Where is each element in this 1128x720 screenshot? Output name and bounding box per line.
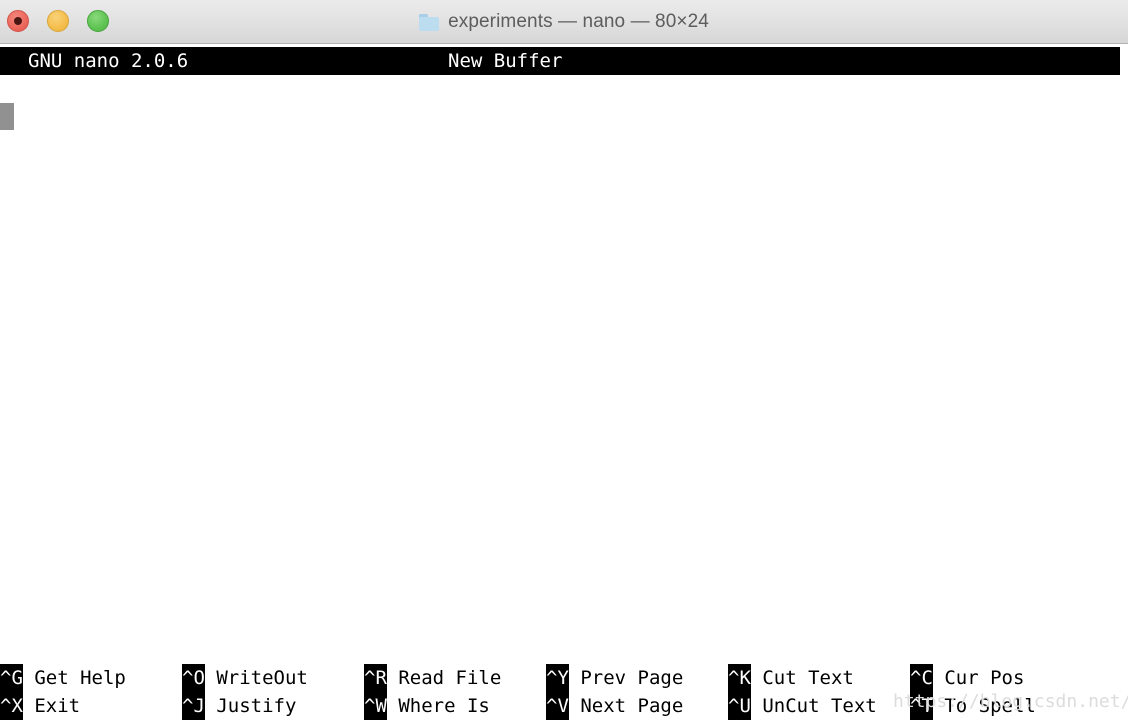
help-label: To Spell [932,695,1036,717]
terminal-window: experiments — nano — 80×24 GNU nano 2.0.… [0,0,1128,720]
help-item-justify[interactable]: ^J Justify [182,692,296,720]
help-key-ctrl-w: ^W [364,692,387,720]
help-label: Next Page [568,695,684,717]
terminal-screen[interactable]: GNU nano 2.0.6 New Buffer ^G Get Help ^O … [0,45,1128,720]
nano-title-bar: GNU nano 2.0.6 New Buffer [0,47,1120,75]
help-key-ctrl-t: ^T [910,692,933,720]
help-item-next-page[interactable]: ^V Next Page [546,692,683,720]
help-label: Read File [386,667,502,689]
help-label: WriteOut [204,667,308,689]
help-key-ctrl-y: ^Y [546,664,569,692]
help-key-ctrl-c: ^C [910,664,933,692]
help-label: Where Is [386,695,490,717]
help-item-where-is[interactable]: ^W Where Is [364,692,490,720]
help-item-prev-page[interactable]: ^Y Prev Page [546,664,683,692]
help-key-ctrl-o: ^O [182,664,205,692]
help-key-ctrl-r: ^R [364,664,387,692]
help-label: Exit [22,695,81,717]
help-label: Justify [204,695,297,717]
help-item-writeout[interactable]: ^O WriteOut [182,664,308,692]
help-label: Get Help [22,667,126,689]
help-item-exit[interactable]: ^X Exit [0,692,80,720]
traffic-light-buttons [7,10,109,32]
help-label: UnCut Text [750,695,877,717]
minimize-button[interactable] [47,10,69,32]
help-item-uncut-text[interactable]: ^U UnCut Text [728,692,877,720]
help-key-ctrl-j: ^J [182,692,205,720]
help-key-ctrl-x: ^X [0,692,23,720]
nano-buffer-name: New Buffer [448,50,563,72]
text-cursor [0,103,14,130]
window-title: experiments — nano — 80×24 [448,11,709,32]
help-key-ctrl-u: ^U [728,692,751,720]
help-key-ctrl-k: ^K [728,664,751,692]
maximize-button[interactable] [87,10,109,32]
help-key-ctrl-v: ^V [546,692,569,720]
help-item-read-file[interactable]: ^R Read File [364,664,501,692]
window-titlebar: experiments — nano — 80×24 [0,0,1128,44]
nano-version: GNU nano 2.0.6 [28,50,189,72]
help-label: Cur Pos [932,667,1025,689]
nano-help-row-2: ^X Exit ^J Justify ^W Where Is ^V Next Page… [0,692,1128,720]
help-key-ctrl-g: ^G [0,664,23,692]
help-item-cut-text[interactable]: ^K Cut Text [728,664,854,692]
help-label: Prev Page [568,667,684,689]
nano-help-row-1: ^G Get Help ^O WriteOut ^R Read File ^Y Pre… [0,664,1128,692]
nano-help-bar: ^G Get Help ^O WriteOut ^R Read File ^Y Pre… [0,664,1128,720]
nano-edit-area[interactable] [0,75,1128,645]
help-item-get-help[interactable]: ^G Get Help [0,664,126,692]
help-item-to-spell[interactable]: ^T To Spell [910,692,1036,720]
help-label: Cut Text [750,667,854,689]
close-button[interactable] [7,10,29,32]
help-item-cur-pos[interactable]: ^C Cur Pos [910,664,1024,692]
window-title-group: experiments — nano — 80×24 [0,0,1128,44]
folder-icon [419,13,440,31]
